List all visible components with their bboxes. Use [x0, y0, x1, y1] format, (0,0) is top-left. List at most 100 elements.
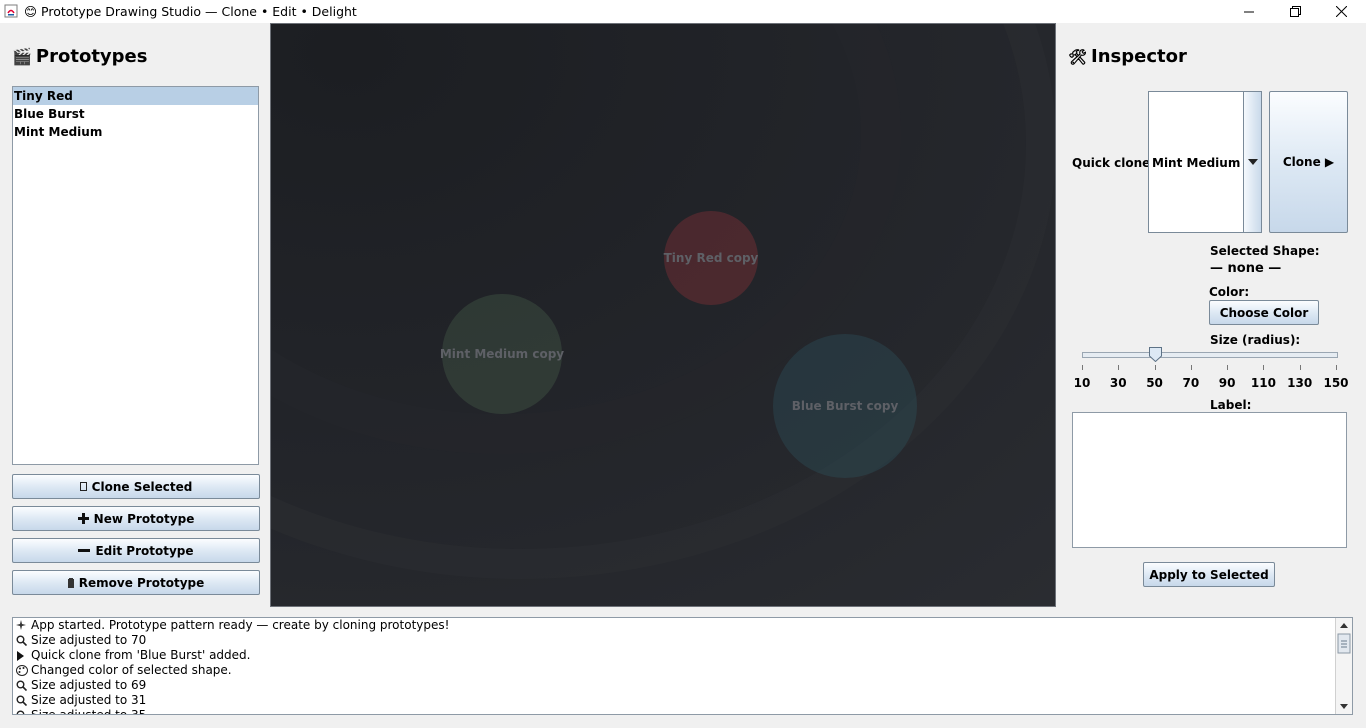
slider-thumb-shape	[1148, 347, 1162, 363]
trash-icon	[67, 577, 74, 588]
size-slider[interactable]: 10 30 50 70 90 110 130 150	[1074, 345, 1349, 390]
slider-tick	[1118, 365, 1120, 370]
edit-prototype-label: Edit Prototype	[95, 543, 194, 558]
new-prototype-label: New Prototype	[93, 511, 195, 526]
plus-icon	[77, 513, 89, 524]
quick-clone-dropdown-arrow[interactable]	[1243, 91, 1262, 233]
log-line: Changed color of selected shape.	[13, 663, 1352, 678]
copy-icon	[79, 482, 87, 491]
new-prototype-button[interactable]: New Prototype	[12, 506, 260, 531]
label-textarea[interactable]	[1072, 412, 1347, 548]
clone-button[interactable]: Clone ▶	[1269, 91, 1348, 233]
tools-icon: 🛠	[1068, 47, 1088, 66]
slider-thumb[interactable]	[1148, 347, 1162, 363]
restore-icon	[1289, 6, 1301, 17]
log-line-text: Size adjusted to 70	[31, 633, 147, 647]
prototypes-heading-text: Prototypes	[35, 46, 148, 67]
slider-tick-label: 50	[1146, 376, 1163, 390]
remove-prototype-label: Remove Prototype	[78, 575, 205, 590]
choose-color-button[interactable]: Choose Color	[1209, 300, 1319, 325]
shape-tiny-red-copy[interactable]: Tiny Red copy	[664, 211, 759, 305]
log-line-text: Size adjusted to 35	[31, 708, 147, 715]
slider-tick	[1190, 365, 1192, 370]
quick-clone-label: Quick clone:	[1072, 156, 1156, 170]
selected-shape-value: — none —	[1210, 261, 1282, 276]
log-line-text: Quick clone from 'Blue Burst' added.	[31, 648, 251, 662]
color-label: Color:	[1209, 285, 1250, 299]
magnifier-icon	[16, 680, 28, 691]
log-lines: App started. Prototype pattern ready — c…	[13, 618, 1352, 715]
inspector-heading-text: Inspector	[1091, 46, 1187, 67]
slider-tick-label: 90	[1218, 376, 1236, 390]
quick-clone-selected-value: Mint Medium	[1152, 156, 1241, 170]
apply-to-selected-button[interactable]: Apply to Selected	[1143, 562, 1275, 587]
shape-label: Blue Burst copy	[792, 399, 899, 413]
chevron-down-icon	[1247, 159, 1258, 165]
clapperboard-icon: 🎬	[12, 47, 32, 66]
slider-tick	[1227, 365, 1229, 370]
scroll-down-arrow-icon	[1340, 704, 1348, 709]
window-title-text: Prototype Drawing Studio — Clone • Edit …	[41, 4, 357, 19]
shape-label: Tiny Red copy	[664, 251, 759, 265]
log-line: Quick clone from 'Blue Burst' added.	[13, 648, 1352, 663]
minimize-icon	[1244, 11, 1254, 12]
log-line-text: Size adjusted to 31	[31, 693, 147, 707]
prototype-list[interactable]: Tiny Red Blue Burst Mint Medium	[12, 86, 259, 465]
selected-shape-label: Selected Shape:	[1210, 244, 1320, 258]
canvas-surface[interactable]: Tiny Red copy Mint Medium copy Blue Burs…	[271, 24, 1056, 607]
drawing-canvas[interactable]: Tiny Red copy Mint Medium copy Blue Burs…	[270, 23, 1056, 607]
dash-icon	[78, 548, 91, 552]
prototype-list-item-tiny-red[interactable]: Tiny Red	[13, 87, 258, 105]
scrollbar-graphics	[1337, 623, 1351, 709]
log-scrollbar[interactable]	[1335, 618, 1352, 714]
log-line: App started. Prototype pattern ready — c…	[13, 618, 1352, 633]
close-button[interactable]	[1318, 0, 1364, 23]
magnifier-icon	[16, 710, 28, 714]
prototypes-heading: 🎬 Prototypes	[12, 46, 147, 67]
java-app-icon	[4, 4, 18, 18]
slider-tick	[1154, 365, 1156, 370]
shape-blue-burst-copy[interactable]: Blue Burst copy	[773, 334, 917, 478]
slider-tick-label: 110	[1250, 376, 1276, 390]
clone-selected-label: Clone Selected	[91, 479, 193, 494]
log-line: Size adjusted to 31	[13, 693, 1352, 708]
window-title: 😊 Prototype Drawing Studio — Clone • Edi…	[24, 4, 357, 19]
slider-tick	[1299, 365, 1301, 370]
clone-selected-button[interactable]: Clone Selected	[12, 474, 260, 499]
slider-tick-label: 70	[1182, 376, 1200, 390]
play-icon	[16, 650, 28, 661]
remove-prototype-button[interactable]: Remove Prototype	[12, 570, 260, 595]
inspector-heading: 🛠 Inspector	[1068, 46, 1187, 67]
choose-color-label: Choose Color	[1219, 305, 1309, 320]
minimize-button[interactable]	[1226, 0, 1272, 23]
clone-button-label: Clone ▶	[1282, 155, 1335, 169]
slider-track	[1082, 352, 1338, 358]
canvas-background	[271, 24, 1055, 606]
edit-prototype-button[interactable]: Edit Prototype	[12, 538, 260, 563]
shape-label: Mint Medium copy	[440, 347, 564, 361]
magnifier-icon	[16, 635, 28, 646]
sparkle-icon	[16, 619, 28, 632]
log-line: Size adjusted to 70	[13, 633, 1352, 648]
prototype-list-item-blue-burst[interactable]: Blue Burst	[13, 105, 258, 123]
close-icon	[1335, 6, 1347, 17]
activity-log[interactable]: App started. Prototype pattern ready — c…	[12, 617, 1353, 715]
apply-to-selected-label: Apply to Selected	[1149, 567, 1269, 582]
log-line: Size adjusted to 35	[13, 708, 1352, 715]
restore-button[interactable]	[1272, 0, 1318, 23]
scroll-up-arrow-icon	[1340, 623, 1348, 628]
title-bar: 😊 Prototype Drawing Studio — Clone • Edi…	[0, 0, 1366, 23]
log-line-text: Changed color of selected shape.	[31, 663, 232, 677]
slider-tick-label: 150	[1323, 376, 1349, 390]
smiley-icon: 😊	[24, 4, 38, 19]
slider-tick	[1336, 365, 1337, 370]
prototype-list-item-mint-medium[interactable]: Mint Medium	[13, 123, 258, 141]
label-field-label: Label:	[1210, 398, 1252, 412]
slider-tick	[1082, 365, 1083, 370]
slider-tick-label: 30	[1109, 376, 1127, 390]
magnifier-icon	[16, 695, 28, 706]
log-line-text: Size adjusted to 69	[31, 678, 147, 692]
log-line: Size adjusted to 69	[13, 678, 1352, 693]
palette-icon	[16, 665, 28, 676]
log-line-text: App started. Prototype pattern ready — c…	[31, 618, 450, 632]
